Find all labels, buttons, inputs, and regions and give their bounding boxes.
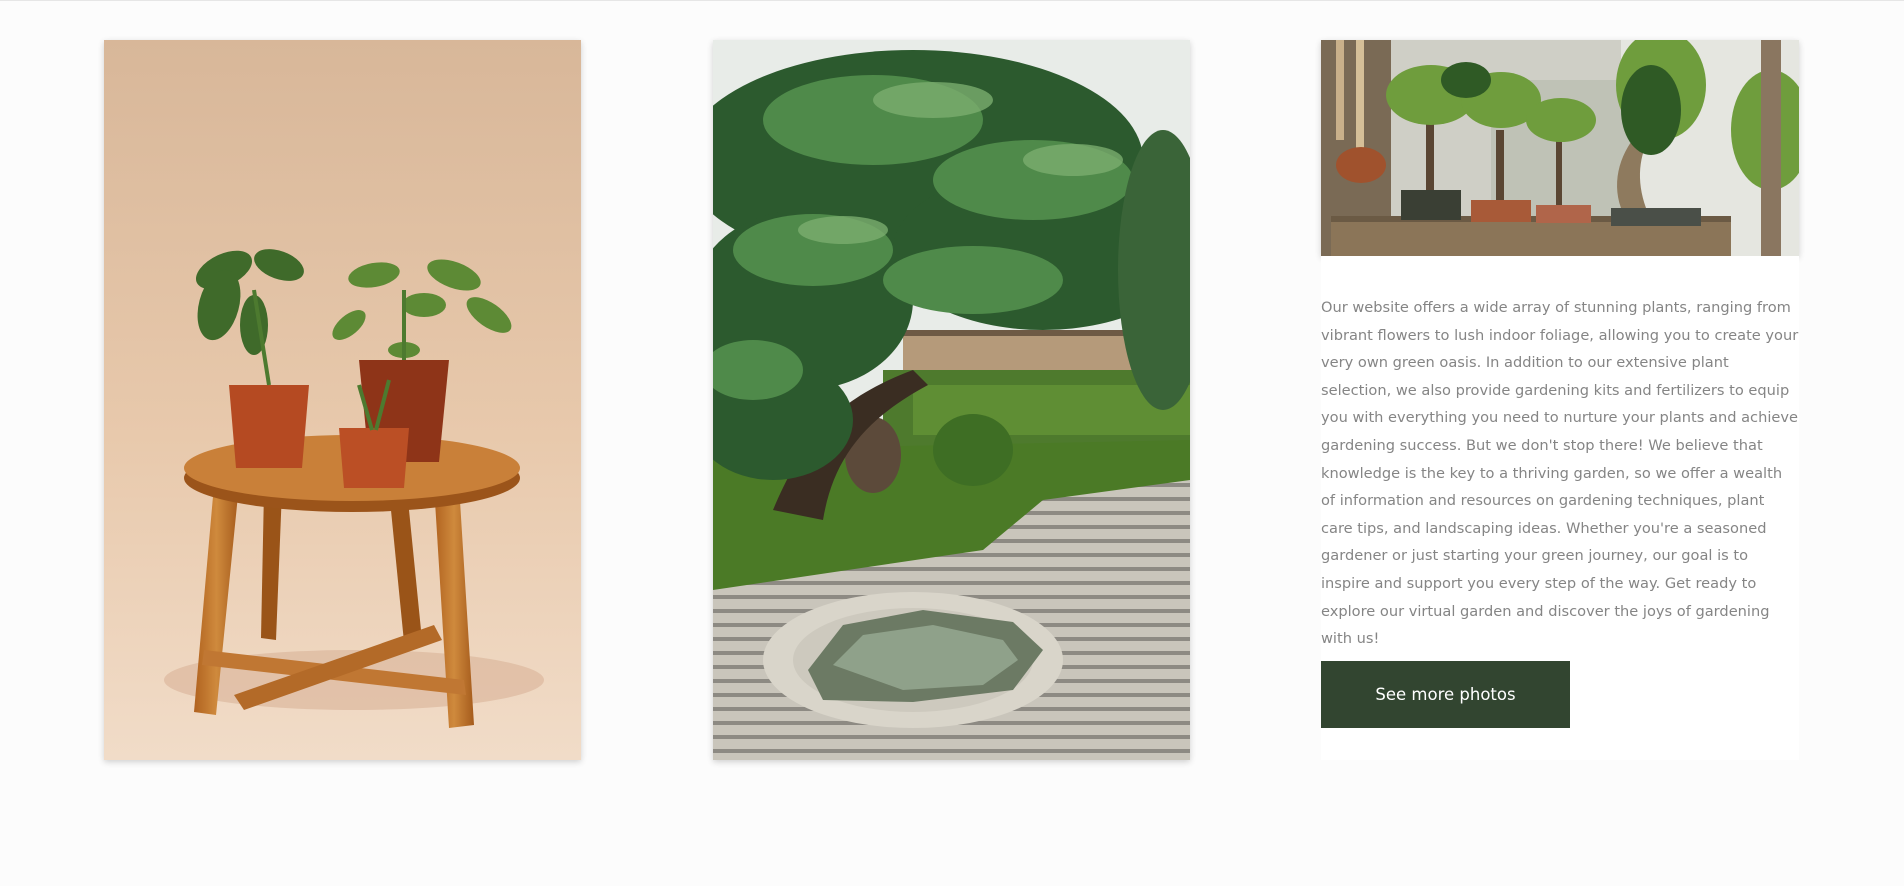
potted-plants-image (104, 40, 581, 760)
zen-garden-image (713, 40, 1190, 760)
see-more-photos-button[interactable]: See more photos (1321, 661, 1570, 728)
gallery-description: Our website offers a wide array of stunn… (1321, 299, 1799, 648)
gallery-photo-bonsai-shelf[interactable] (1321, 40, 1799, 256)
top-divider (0, 0, 1904, 1)
bonsai-shelf-image (1321, 40, 1799, 256)
gallery-description-panel: Our website offers a wide array of stunn… (1321, 256, 1799, 760)
gallery-photo-plants-stool[interactable] (104, 40, 581, 760)
gallery-photo-zen-garden[interactable] (713, 40, 1190, 760)
